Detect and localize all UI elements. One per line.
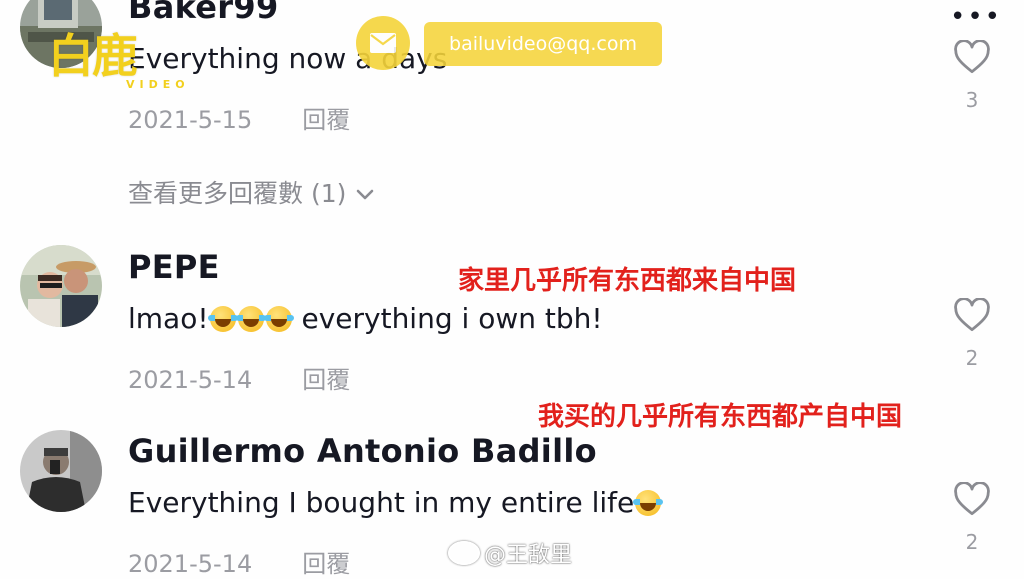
comment-username[interactable]: Guillermo Antonio Badillo [128, 432, 597, 470]
chevron-down-icon [357, 189, 374, 200]
comment-text-part: everything i own tbh! [292, 302, 603, 335]
envelope-icon [370, 33, 396, 53]
tears-of-joy-emoji-icon [633, 490, 664, 516]
comments-screen: Baker99 Everything now a days 2021-5-15 回… [0, 0, 1024, 579]
comment-text: lmao! everything i own tbh! [128, 302, 603, 335]
like-button[interactable]: 2 [950, 482, 994, 554]
watermark-email: bailuvideo@qq.com [424, 22, 662, 66]
comment-text-part: lmao! [128, 302, 209, 335]
translation-subtitle: 家里几乎所有东西都来自中国 [458, 266, 797, 296]
comment-date: 2021-5-15 [128, 106, 253, 134]
comment-username[interactable]: PEPE [128, 248, 220, 286]
watermark-logo-sub: VIDEO [126, 78, 190, 91]
comment-text: Everything I bought in my entire life [128, 486, 664, 519]
like-count: 2 [965, 530, 979, 554]
view-more-replies[interactable]: 查看更多回覆數 (1) [128, 174, 374, 210]
comment-date: 2021-5-14 [128, 550, 253, 578]
avatar[interactable] [20, 245, 102, 327]
comment-meta: 2021-5-15 回覆 [128, 100, 350, 135]
watermark-logo-text: 白鹿 [48, 29, 138, 83]
comment-date: 2021-5-14 [128, 366, 253, 394]
avatar[interactable] [20, 430, 102, 512]
view-more-replies-label: 查看更多回覆數 (1) [128, 179, 347, 208]
like-count: 2 [965, 346, 979, 370]
tears-of-joy-emoji-icon [207, 306, 238, 332]
heart-outline-icon [954, 298, 990, 332]
translation-subtitle: 我买的几乎所有东西都产自中国 [538, 402, 903, 432]
tears-of-joy-emoji-icon [235, 306, 266, 332]
comment-username[interactable]: Baker99 [128, 0, 279, 26]
weibo-watermark: @王敌里 [448, 537, 572, 569]
comment-meta: 2021-5-14 回覆 [128, 360, 350, 395]
reply-button[interactable]: 回覆 [302, 550, 350, 578]
tears-of-joy-emoji-icon [263, 306, 294, 332]
reply-button[interactable]: 回覆 [302, 366, 350, 394]
reply-button[interactable]: 回覆 [302, 106, 350, 134]
heart-outline-icon [954, 482, 990, 516]
like-button[interactable]: 2 [950, 298, 994, 370]
more-options-button[interactable]: ••• [950, 2, 1002, 32]
weibo-handle: @王敌里 [484, 543, 573, 568]
heart-outline-icon [954, 40, 990, 74]
comment-text-part: Everything I bought in my entire life [128, 486, 635, 519]
like-button[interactable]: 3 [950, 40, 994, 112]
weibo-icon [448, 541, 480, 565]
watermark-logo: 白鹿 VIDEO [48, 30, 208, 94]
like-count: 3 [965, 88, 979, 112]
watermark-mail-badge [356, 16, 410, 70]
comment-meta: 2021-5-14 回覆 [128, 544, 350, 579]
